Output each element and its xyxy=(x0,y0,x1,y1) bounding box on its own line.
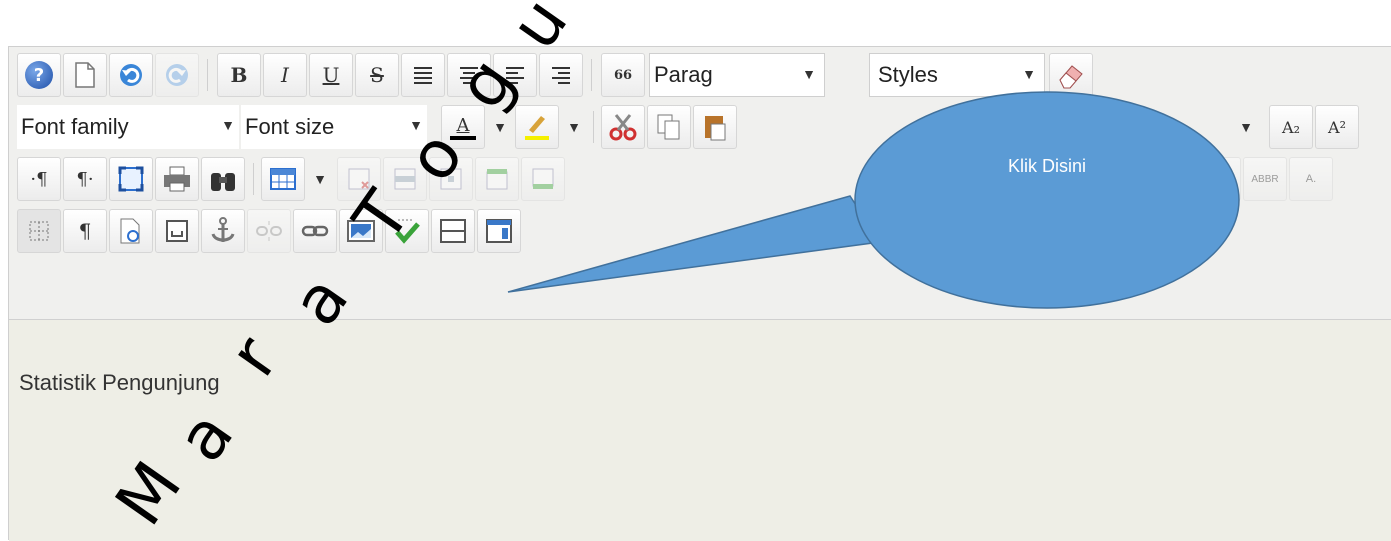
callout-bubble: Klik Disini xyxy=(507,91,1240,309)
callout-pointer xyxy=(507,195,882,293)
callout-label: Klik Disini xyxy=(1008,156,1086,176)
callout-ellipse xyxy=(854,91,1240,309)
